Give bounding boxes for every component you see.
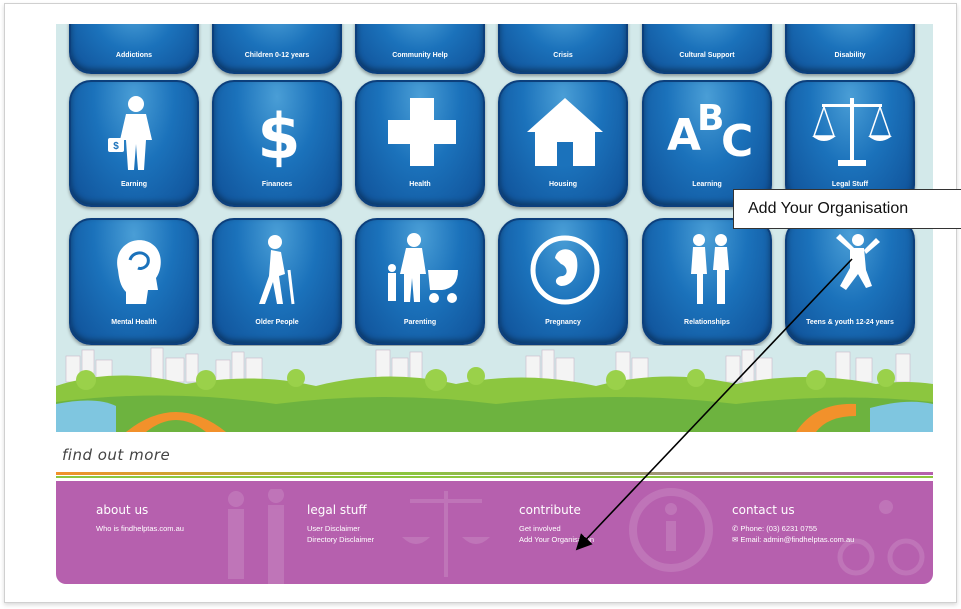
- callout-arrow: [575, 258, 853, 551]
- callout-label: Add Your Organisation: [733, 189, 961, 229]
